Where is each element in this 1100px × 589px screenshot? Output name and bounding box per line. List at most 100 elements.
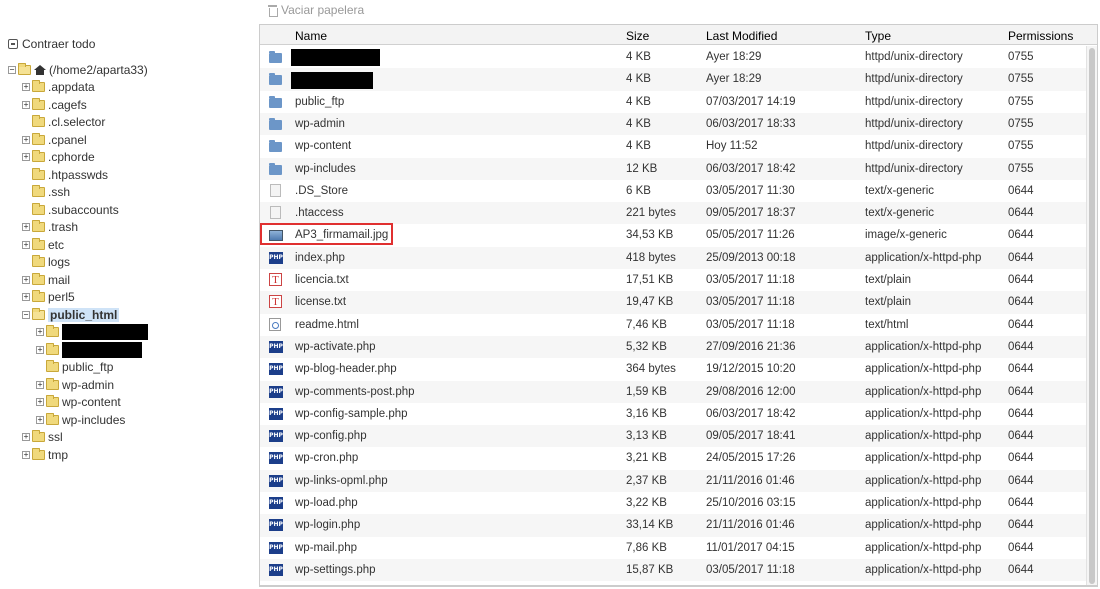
tree-item[interactable]: + .appdata [8,79,253,97]
column-header-size[interactable]: Size [626,29,649,43]
tree-item[interactable]: + etc [8,236,253,254]
tree-item[interactable]: + mail [8,271,253,289]
table-row[interactable]: 4 KB Ayer 18:29 httpd/unix-directory 0755 [260,68,1087,91]
column-header-name[interactable]: Name [295,29,327,43]
table-row[interactable]: PHP wp-comments-post.php 1,59 KB 29/08/2016… [260,380,1087,403]
table-row[interactable]: wp-admin 4 KB 06/03/2017 18:33 httpd/unix-d… [260,112,1087,136]
table-row[interactable]: readme.html 7,46 KB 03/05/2017 11:18 text/h… [260,314,1087,336]
table-row[interactable]: PHP wp-config.php 3,13 KB 09/05/2017 18:41 a… [260,425,1087,448]
tree-item[interactable]: + wp-content [8,394,253,412]
file-name: wp-comments-post.php [295,385,415,398]
file-type: application/x-httpd-php [865,407,982,420]
table-row[interactable]: Tlicencia.txt 17,51 KB 03/05/2017 11:18 tex… [260,269,1087,291]
file-name: wp-config.php [295,430,367,443]
tree-item[interactable]: + wp-admin [8,376,253,394]
tree-toggle-plus-icon[interactable]: + [22,135,30,144]
folder-open-icon [32,307,45,320]
table-row[interactable]: PHP index.php 418 bytes 25/09/2013 00:18 app… [260,246,1087,269]
table-row[interactable]: Tlicense.txt 19,47 KB 03/05/2017 11:18 text… [260,291,1087,314]
table-row[interactable]: PHP wp-load.php 3,22 KB 25/10/2016 03:15 app… [260,492,1087,514]
tree-toggle-plus-icon[interactable]: + [22,223,30,232]
file-permissions: 0644 [1008,541,1034,554]
collapse-all-button[interactable]: Contraer todo [8,36,253,52]
table-row[interactable]: .htaccess 221 bytes 09/05/2017 18:37 text/x… [260,202,1087,225]
tree-toggle-minus-icon[interactable]: − [8,65,16,74]
tree-item-label: etc [48,237,65,252]
tree-item[interactable]: + tmp [8,446,253,464]
file-size: 2,37 KB [626,474,667,487]
text-file-icon: T [269,295,282,309]
table-row[interactable]: PHP wp-settings.php 15,87 KB 03/05/2017 11:… [260,558,1087,582]
tree-toggle-plus-icon[interactable]: + [22,275,30,284]
table-row[interactable]: wp-content 4 KB Hoy 11:52 httpd/unix-direct… [260,135,1087,157]
tree-item-label: .cagefs [48,97,87,112]
table-row[interactable]: PHP wp-blog-header.php 364 bytes 19/12/2015… [260,358,1087,380]
table-row[interactable]: PHP wp-activate.php 5,32 KB 27/09/2016 21:3… [260,335,1087,359]
tree-item[interactable]: + .trash [8,219,253,237]
file-type: application/x-httpd-php [865,541,982,554]
php-file-icon: PHP [269,340,283,353]
file-type: httpd/unix-directory [865,73,963,86]
table-row[interactable]: AP3_firmamail.jpg 34,53 KB 05/05/2017 11:2… [260,223,1087,246]
tree-item[interactable]: + .cpanel [8,131,253,149]
file-modified: 06/03/2017 18:33 [706,117,796,130]
scrollbar-thumb[interactable] [1089,48,1095,584]
tree-toggle-plus-icon[interactable]: + [22,83,30,92]
table-row[interactable]: PHP wp-config-sample.php 3,16 KB 06/03/2017… [260,403,1087,425]
file-modified: 25/10/2016 03:15 [706,497,796,509]
column-header-permissions[interactable]: Permissions [1008,29,1073,43]
tree-toggle-plus-icon[interactable]: + [36,415,44,424]
tree-item[interactable]: +.cl.selector [8,114,253,132]
table-row[interactable]: public_ftp 4 KB 07/03/2017 14:19 httpd/unix… [260,91,1087,113]
file-name: index.php [295,251,345,264]
tree-toggle-plus-icon[interactable]: + [22,293,30,302]
tree-item[interactable]: + [8,341,253,359]
tree-toggle-plus-icon[interactable]: + [36,380,44,389]
scrollbar[interactable] [1086,46,1097,585]
tree-item[interactable]: +.ssh [8,184,253,202]
tree-item[interactable]: + wp-includes [8,411,253,429]
tree-root[interactable]: − (/home2/aparta33) [8,61,253,79]
file-name: wp-blog-header.php [295,363,397,376]
tree-item[interactable]: +.subaccounts [8,201,253,219]
tree-item[interactable]: +public_ftp [8,359,253,377]
tree-item[interactable]: + .cphorde [8,149,253,167]
tree-item-label: .cphorde [48,150,95,165]
tree-item[interactable]: + [8,324,253,342]
table-row[interactable]: 4 KB Ayer 18:29 httpd/unix-directory 0755 [260,46,1087,68]
table-row[interactable]: wp-includes 12 KB 06/03/2017 18:42 httpd/un… [260,157,1087,180]
file-permissions: 0644 [1008,563,1034,576]
tree-items: +.appdata+.cagefs+.cl.selector+.cpanel+.… [8,79,253,464]
tree-item[interactable]: + ssl [8,429,253,447]
tree-toggle-plus-icon[interactable]: + [22,450,30,459]
table-row[interactable]: PHP wp-cron.php 3,21 KB 24/05/2015 17:26 app… [260,447,1087,469]
column-header-last-modified[interactable]: Last Modified [706,29,777,43]
empty-trash-button[interactable]: Vaciar papelera [268,1,364,19]
file-name: wp-includes [295,162,356,175]
home-icon [34,64,46,75]
tree-item[interactable]: +.htpasswds [8,166,253,184]
tree-item[interactable]: +logs [8,254,253,272]
tree-toggle-plus-icon[interactable]: + [22,240,30,249]
tree-toggle-plus-icon[interactable]: + [36,328,44,337]
tree-toggle-minus-icon[interactable]: − [22,310,30,319]
tree-toggle-plus-icon[interactable]: + [22,100,30,109]
tree-item[interactable]: + .cagefs [8,96,253,114]
tree-toggle-plus-icon[interactable]: + [22,153,30,162]
table-row[interactable]: .DS_Store 6 KB 03/05/2017 11:30 text/x-gene… [260,180,1087,202]
table-row[interactable]: PHP wp-login.php 33,14 KB 21/11/2016 01:46 a… [260,514,1087,537]
tree-item[interactable]: − public_html [8,306,253,324]
file-type: application/x-httpd-php [865,340,982,353]
tree-toggle-plus-icon[interactable]: + [36,398,44,407]
table-row[interactable]: PHP wp-mail.php 7,86 KB 11/01/2017 04:15 app… [260,537,1087,559]
column-header-type[interactable]: Type [865,29,891,43]
folder-open-icon [18,62,31,75]
table-row[interactable]: PHP wp-links-opml.php 2,37 KB 21/11/2016 01… [260,469,1087,492]
tree-toggle-plus-icon[interactable]: + [36,345,44,354]
php-file-icon: PHP [269,497,283,509]
file-modified: 03/05/2017 11:18 [706,274,795,286]
tree-toggle-plus-icon[interactable]: + [22,433,30,442]
tree-item[interactable]: + perl5 [8,289,253,307]
file-permissions: 0644 [1008,229,1034,242]
file-type: text/x-generic [865,184,935,197]
